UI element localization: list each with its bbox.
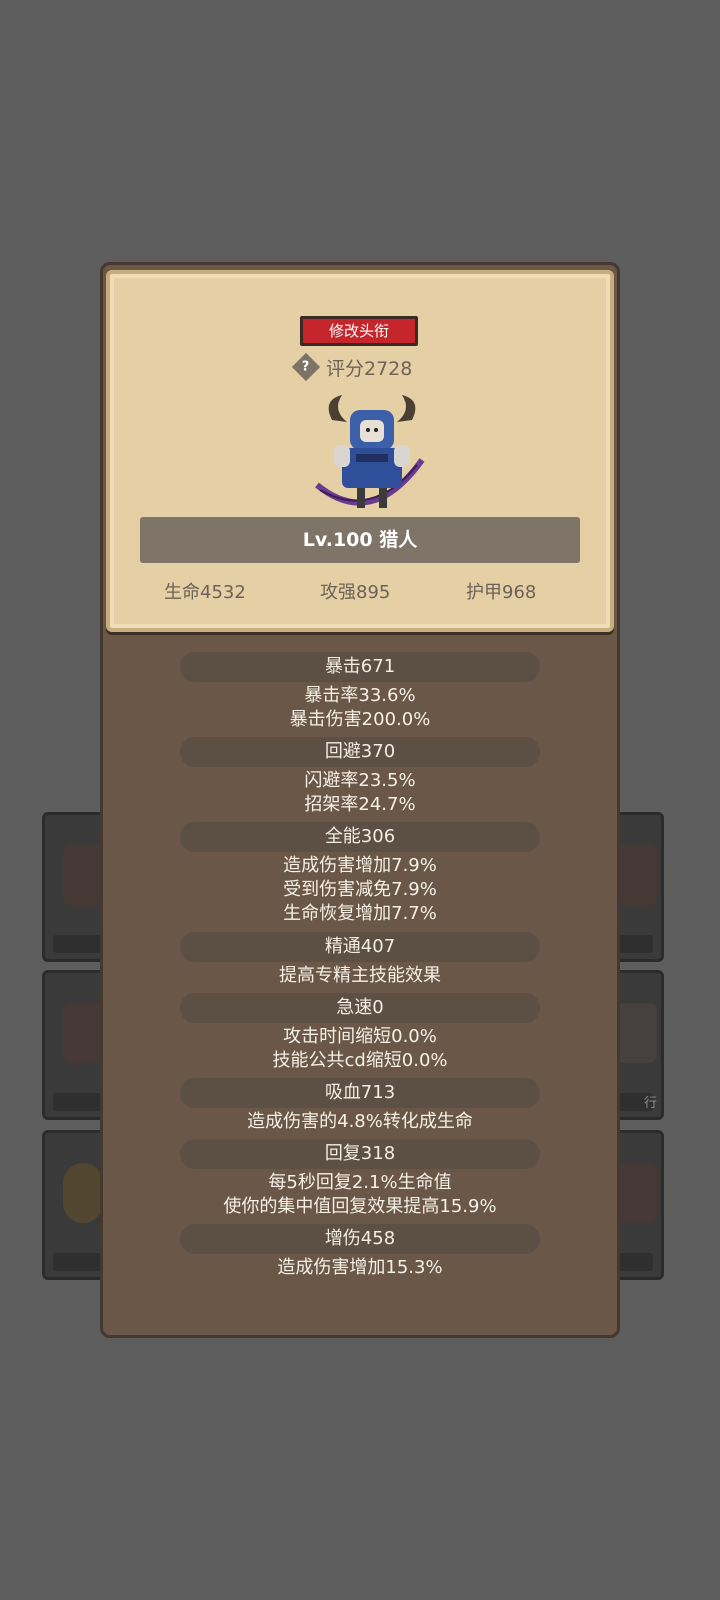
lifesteal-header: 吸血713 xyxy=(180,1078,540,1108)
armor-icon xyxy=(63,845,103,905)
mastery-effect: 提高专精主技能效果 xyxy=(279,965,441,986)
bag-icon xyxy=(63,1163,103,1223)
haste-header: 急速0 xyxy=(180,993,540,1023)
damage-bonus-effect: 造成伤害增加15.3% xyxy=(277,1257,443,1278)
lifesteal-effect: 造成伤害的4.8%转化成生命 xyxy=(247,1111,473,1132)
mastery-header: 精通407 xyxy=(180,932,540,962)
versatility-header: 全能306 xyxy=(180,822,540,852)
change-title-button[interactable]: 修改头衔 xyxy=(300,316,418,346)
regen-health: 每5秒回复2.1%生命值 xyxy=(268,1172,452,1193)
haste-gcd: 技能公共cd缩短0.0% xyxy=(272,1050,448,1071)
avoidance-header: 回避370 xyxy=(180,737,540,767)
haste-attack-time: 攻击时间缩短0.0% xyxy=(283,1026,437,1047)
health-stat: 生命4532 xyxy=(164,582,246,603)
question-diamond-icon[interactable]: ? xyxy=(291,352,321,382)
armor-icon xyxy=(617,845,657,905)
score-row: ? 评分2728 xyxy=(291,352,413,382)
weapon-icon xyxy=(617,1003,657,1063)
armor-stat: 护甲968 xyxy=(466,582,537,603)
regen-header: 回复318 xyxy=(180,1139,540,1169)
crit-header: 暴击671 xyxy=(180,652,540,682)
versatility-reduction: 受到伤害减免7.9% xyxy=(283,879,437,900)
regen-focus: 使你的集中值回复效果提高15.9% xyxy=(223,1196,497,1217)
versatility-healing: 生命恢复增加7.7% xyxy=(283,903,437,924)
belt-icon xyxy=(617,1163,657,1223)
dodge-rate: 闪避率23.5% xyxy=(304,770,416,791)
parry-rate: 招架率24.7% xyxy=(304,794,416,815)
crit-rate: 暴击率33.6% xyxy=(304,685,416,706)
hunter-avatar xyxy=(315,395,425,508)
slot-tag: 行 xyxy=(643,1096,657,1111)
damage-bonus-header: 增伤458 xyxy=(180,1224,540,1254)
attack-power-stat: 攻强895 xyxy=(320,582,391,603)
level-name-bar: Lv.100 猎人 xyxy=(140,517,580,563)
chest-icon xyxy=(63,1003,103,1063)
versatility-damage: 造成伤害增加7.9% xyxy=(283,855,437,876)
score-label: 评分2728 xyxy=(326,357,413,380)
crit-damage: 暴击伤害200.0% xyxy=(289,709,431,730)
